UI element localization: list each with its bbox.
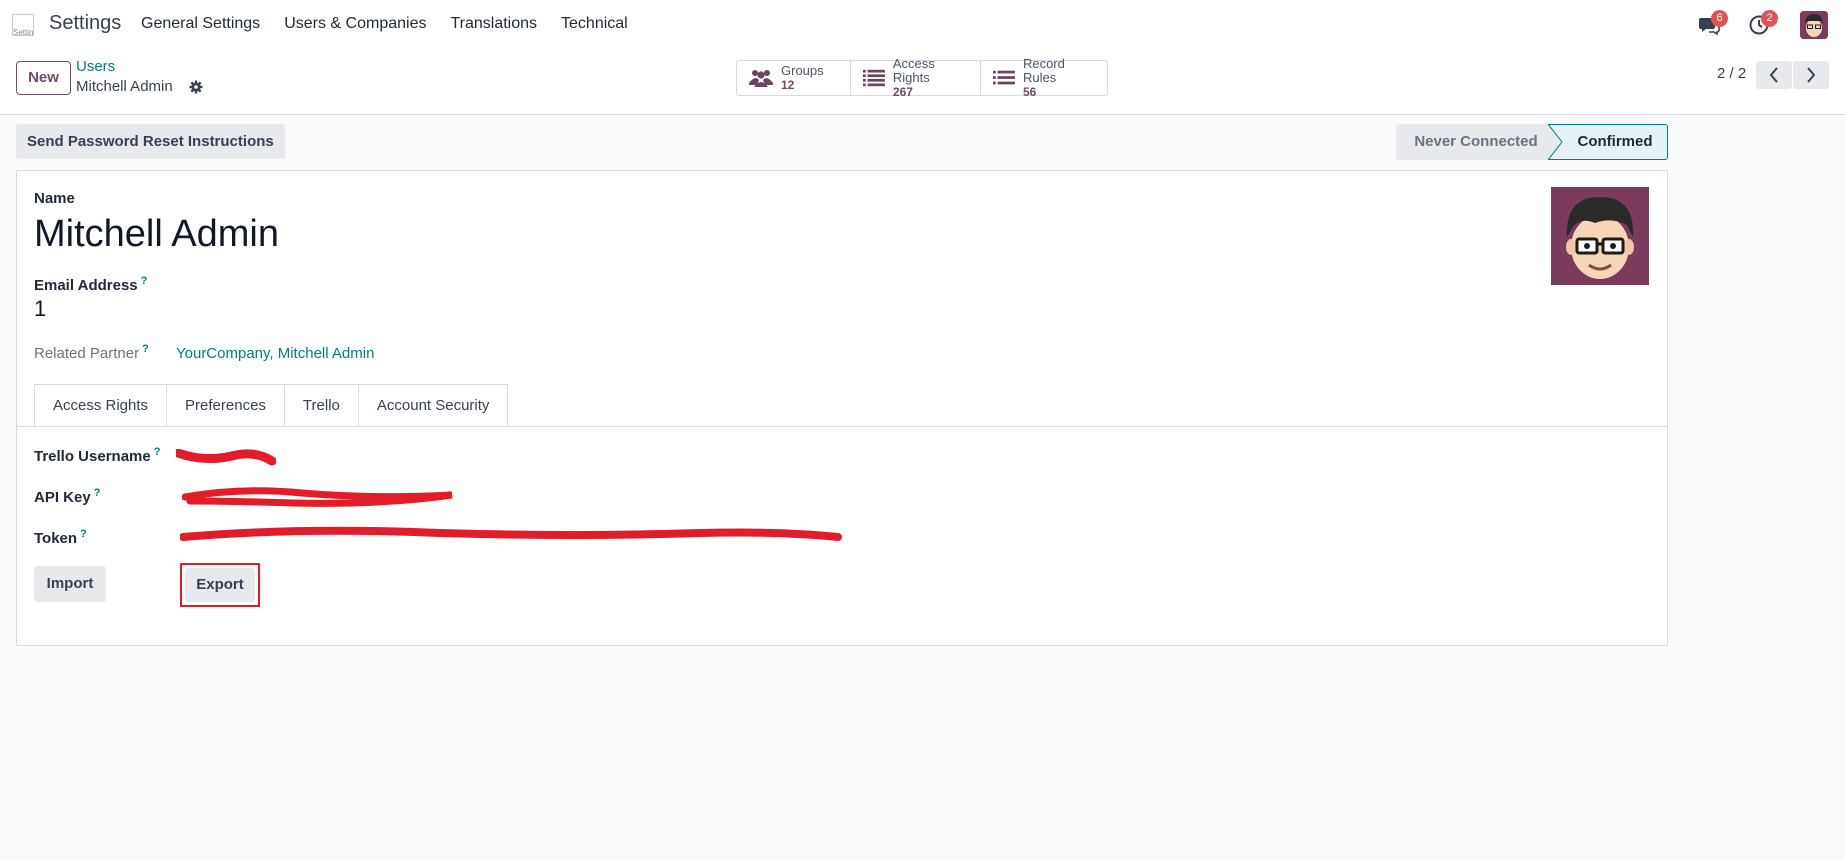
user-avatar-image[interactable]: [1551, 187, 1649, 285]
tab-trello[interactable]: Trello: [284, 384, 359, 427]
access-rights-stat-button[interactable]: Access Rights 267: [851, 57, 981, 99]
send-password-reset-button[interactable]: Send Password Reset Instructions: [16, 124, 285, 159]
pager-previous-button[interactable]: [1756, 61, 1792, 89]
api-key-label-text: API Key: [34, 489, 91, 506]
breadcrumb-users-link[interactable]: Users: [76, 58, 115, 75]
export-highlight-box: Export: [180, 563, 260, 607]
list-icon: [993, 70, 1015, 85]
chevron-left-icon: [1769, 67, 1778, 83]
app-title[interactable]: Settings: [49, 12, 121, 35]
gear-icon[interactable]: [189, 80, 203, 94]
messages-badge: 6: [1711, 10, 1728, 27]
new-button[interactable]: New: [16, 61, 71, 95]
messages-icon[interactable]: 6: [1698, 10, 1728, 36]
menu-translations[interactable]: Translations: [450, 15, 537, 33]
record-rules-stat-label: Record Rules: [1022, 56, 1065, 85]
import-button[interactable]: Import: [34, 566, 106, 602]
email-label-text: Email Address: [34, 277, 138, 294]
token-label: Token?: [34, 528, 87, 547]
help-tooltip-icon[interactable]: ?: [154, 446, 161, 458]
export-button[interactable]: Export: [185, 568, 255, 602]
tab-preferences[interactable]: Preferences: [167, 384, 285, 427]
access-rights-stat-value: 267: [892, 85, 913, 99]
email-field[interactable]: 1: [34, 296, 46, 322]
api-key-label: API Key?: [34, 487, 100, 506]
activities-badge: 2: [1761, 10, 1778, 27]
token-label-text: Token: [34, 530, 78, 547]
chevron-right-icon: [1807, 67, 1816, 83]
groups-stat-button[interactable]: Groups 12: [737, 61, 851, 95]
control-panel: New Users Mitchell Admin Groups 12 Access…: [0, 49, 1845, 115]
activities-clock-icon[interactable]: 2: [1748, 10, 1778, 36]
logo-alt-text: Settings: [13, 28, 34, 36]
email-label: Email Address?: [34, 275, 147, 294]
record-rules-stat-button[interactable]: Record Rules 56: [981, 57, 1107, 99]
tabs-divider: [17, 426, 1667, 427]
status-never-connected[interactable]: Never Connected: [1396, 124, 1556, 160]
access-rights-stat-label: Access Rights: [892, 56, 935, 85]
tab-account-security[interactable]: Account Security: [358, 384, 509, 427]
help-tooltip-icon[interactable]: ?: [142, 343, 149, 355]
top-navbar: Settings Settings General Settings Users…: [0, 0, 1845, 49]
menu-users-companies[interactable]: Users & Companies: [284, 15, 426, 33]
menu-general-settings[interactable]: General Settings: [141, 15, 260, 33]
status-confirmed[interactable]: Confirmed: [1548, 124, 1668, 160]
related-partner-link[interactable]: YourCompany, Mitchell Admin: [176, 345, 374, 362]
list-icon: [863, 69, 885, 87]
users-icon: [749, 70, 773, 87]
menu-technical[interactable]: Technical: [561, 15, 628, 33]
trello-username-label: Trello Username?: [34, 446, 160, 465]
api-key-redaction-mark: [182, 487, 453, 507]
help-tooltip-icon[interactable]: ?: [80, 528, 87, 540]
breadcrumb-current-record: Mitchell Admin: [76, 78, 173, 95]
tab-access-rights[interactable]: Access Rights: [34, 384, 168, 427]
name-field[interactable]: Mitchell Admin: [34, 213, 279, 256]
user-avatar[interactable]: [1800, 11, 1828, 39]
token-redaction-mark: [180, 526, 842, 541]
smart-buttons: Groups 12 Access Rights 267 Record Rules 56: [736, 57, 1108, 99]
groups-stat-value: 12: [781, 78, 795, 92]
record-rules-stat-value: 56: [1022, 85, 1037, 99]
related-partner-label: Related Partner?: [34, 343, 149, 362]
groups-stat-label: Groups: [781, 63, 824, 78]
notebook-tabs: Access Rights Preferences Trello Account…: [34, 384, 509, 427]
username-redaction-mark: [176, 449, 276, 466]
status-arrow-icon: [1548, 124, 1563, 160]
name-label: Name: [34, 190, 75, 207]
help-tooltip-icon[interactable]: ?: [94, 487, 101, 499]
pager-next-button[interactable]: [1793, 61, 1829, 89]
main-menu: General Settings Users & Companies Trans…: [141, 15, 652, 33]
status-bar: Never Connected Confirmed: [1396, 124, 1668, 160]
app-logo-image[interactable]: Settings: [12, 14, 34, 36]
help-tooltip-icon[interactable]: ?: [141, 275, 148, 287]
related-partner-label-text: Related Partner: [34, 345, 140, 362]
pager-counter[interactable]: 2 / 2: [1717, 65, 1746, 82]
form-sheet: Name Mitchell Admin Email Address? 1 Rel…: [16, 170, 1668, 646]
trello-username-label-text: Trello Username: [34, 448, 151, 465]
